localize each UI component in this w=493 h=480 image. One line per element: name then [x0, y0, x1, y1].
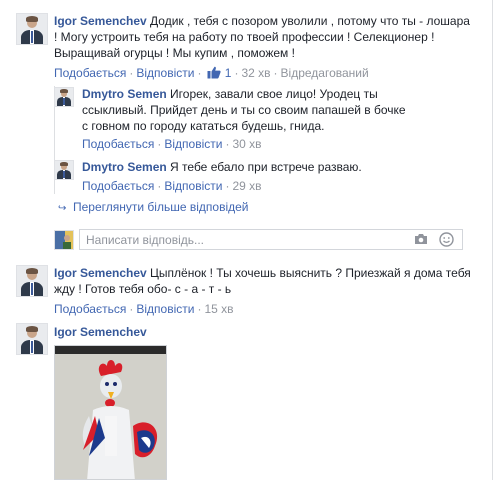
- like-link[interactable]: Подобається: [82, 137, 154, 151]
- reply-time[interactable]: 30 хв: [232, 137, 261, 151]
- camera-icon[interactable]: [414, 233, 428, 245]
- like-link[interactable]: Подобається: [82, 179, 154, 193]
- comment-author[interactable]: Igor Semenchev: [54, 325, 147, 339]
- comment-body: Igor Semenchev Додик , тебя с позором ув…: [54, 13, 474, 61]
- smiley-icon[interactable]: [439, 232, 454, 247]
- reply-link[interactable]: Відповісти: [164, 137, 222, 151]
- like-link[interactable]: Подобається: [54, 302, 126, 316]
- thumbs-up-icon: [207, 66, 222, 79]
- comment-body: Igor Semenchev: [54, 324, 474, 340]
- comment-photo[interactable]: [54, 345, 167, 480]
- like-link[interactable]: Подобається: [54, 66, 126, 80]
- reply-time[interactable]: 29 хв: [232, 179, 261, 193]
- reply-author[interactable]: Dmytro Semen: [82, 160, 167, 174]
- avatar[interactable]: [54, 87, 74, 107]
- reply-actions: Подобається · Відповісти · 29 хв: [82, 179, 262, 193]
- comment-time[interactable]: 32 хв: [241, 66, 270, 80]
- reply-body: Dmytro Semen Игорек, завали свое лицо! У…: [82, 86, 412, 134]
- avatar[interactable]: [16, 13, 48, 45]
- reply-author[interactable]: Dmytro Semen: [82, 87, 167, 101]
- more-replies-label: Переглянути більше відповідей: [73, 200, 249, 214]
- comment-author[interactable]: Igor Semenchev: [54, 14, 147, 28]
- reply-link[interactable]: Відповісти: [164, 179, 222, 193]
- rooster-costume-image: [55, 354, 166, 479]
- avatar[interactable]: [54, 160, 74, 180]
- comment-body: Igor Semenchev Цыплёнок ! Ты хочешь выяс…: [54, 265, 474, 297]
- reply-input[interactable]: [86, 232, 386, 247]
- comment-author[interactable]: Igor Semenchev: [54, 266, 147, 280]
- comment-actions: Подобається · Відповісти · 15 хв: [54, 302, 234, 316]
- comment-actions: Подобається · Відповісти · 1 · 32 хв · Відредаг…: [54, 66, 369, 80]
- reply-composer: [79, 229, 463, 250]
- edited-label[interactable]: Відредагований: [281, 66, 369, 80]
- current-user-avatar: [54, 230, 74, 250]
- comment-time[interactable]: 15 хв: [204, 302, 233, 316]
- comments-panel: Igor Semenchev Додик , тебя с позором ув…: [0, 0, 493, 480]
- reply-text: Я тебе ебало при встрече разваю.: [170, 160, 362, 174]
- avatar[interactable]: [16, 265, 48, 297]
- more-replies-link[interactable]: ↪ Переглянути більше відповідей: [58, 200, 248, 216]
- like-count[interactable]: 1: [204, 66, 231, 80]
- reply-body: Dmytro Semen Я тебе ебало при встрече ра…: [82, 159, 462, 175]
- reply-arrow-icon: ↪: [58, 203, 67, 214]
- reply-link[interactable]: Відповісти: [136, 66, 194, 80]
- avatar[interactable]: [16, 323, 48, 355]
- reply-link[interactable]: Відповісти: [136, 302, 194, 316]
- reply-actions: Подобається · Відповісти · 30 хв: [82, 137, 262, 151]
